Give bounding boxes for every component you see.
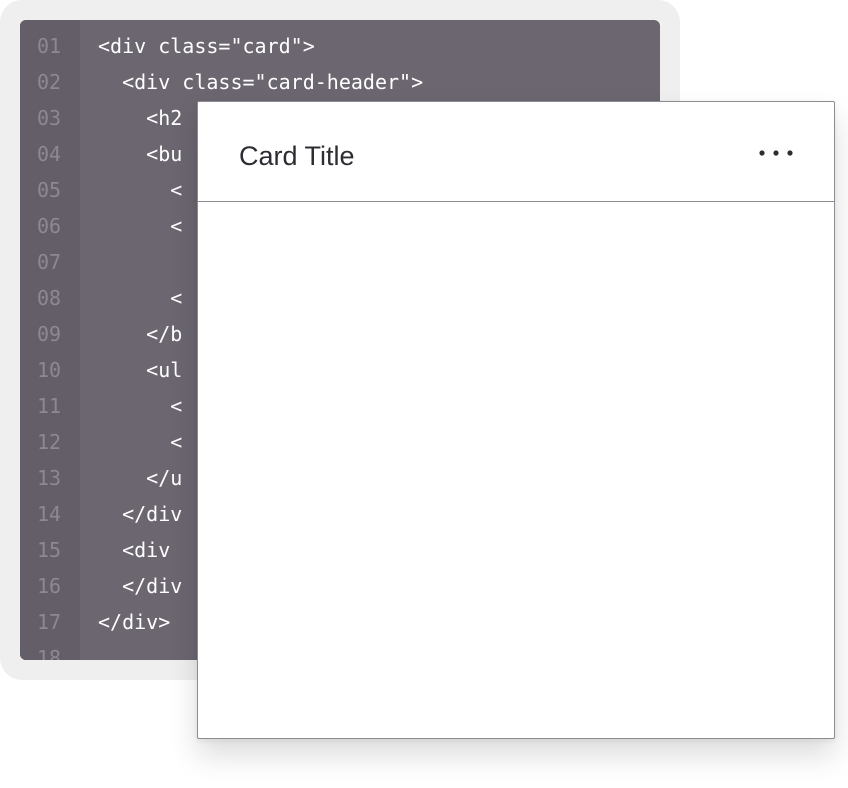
line-number: 15: [37, 538, 62, 562]
code-line: 01 <div class="card">: [20, 30, 660, 66]
line-number: 14: [37, 502, 62, 526]
card: Card Title: [197, 101, 835, 739]
line-code-text: <ul: [98, 358, 183, 382]
card-header: Card Title: [198, 102, 834, 202]
line-number: 03: [37, 106, 62, 130]
line-number: 13: [37, 466, 62, 490]
line-code-text: </div: [98, 502, 183, 526]
line-code-text: <: [98, 178, 183, 202]
line-code-text: </div>: [98, 610, 171, 634]
line-number: 04: [37, 142, 62, 166]
line-number: 07: [37, 250, 62, 274]
code-line: 02 <div class="card-header">: [20, 66, 660, 102]
line-code-text: <div: [98, 538, 183, 562]
more-horizontal-icon: [759, 150, 793, 156]
line-number: 17: [37, 610, 62, 634]
line-code-text: </b: [98, 322, 183, 346]
line-code-text: <bu: [98, 142, 183, 166]
line-code-text: <div class="card-header">: [98, 70, 424, 94]
card-body: [198, 202, 834, 738]
line-code-text: <: [98, 394, 183, 418]
line-number: 11: [37, 394, 62, 418]
line-code-text: <: [98, 214, 183, 238]
line-number: 10: [37, 358, 62, 382]
line-code-text: <h2: [98, 106, 183, 130]
line-code-text: <: [98, 430, 183, 454]
line-code-text: <div class="card">: [98, 34, 315, 58]
card-title: Card Title: [239, 141, 355, 171]
card-menu-button[interactable]: [748, 140, 804, 166]
line-number: 18: [37, 646, 62, 660]
line-number: 16: [37, 574, 62, 598]
line-number: 01: [37, 34, 62, 58]
line-code-text: </div: [98, 574, 183, 598]
line-number: 02: [37, 70, 62, 94]
line-number: 05: [37, 178, 62, 202]
stage: 01 <div class="card"> 02 <div class="card-…: [0, 0, 848, 788]
line-code-text: </u: [98, 466, 183, 490]
line-number: 09: [37, 322, 62, 346]
line-code-text: <: [98, 286, 183, 310]
line-number: 08: [37, 286, 62, 310]
line-number: 06: [37, 214, 62, 238]
line-number: 12: [37, 430, 62, 454]
